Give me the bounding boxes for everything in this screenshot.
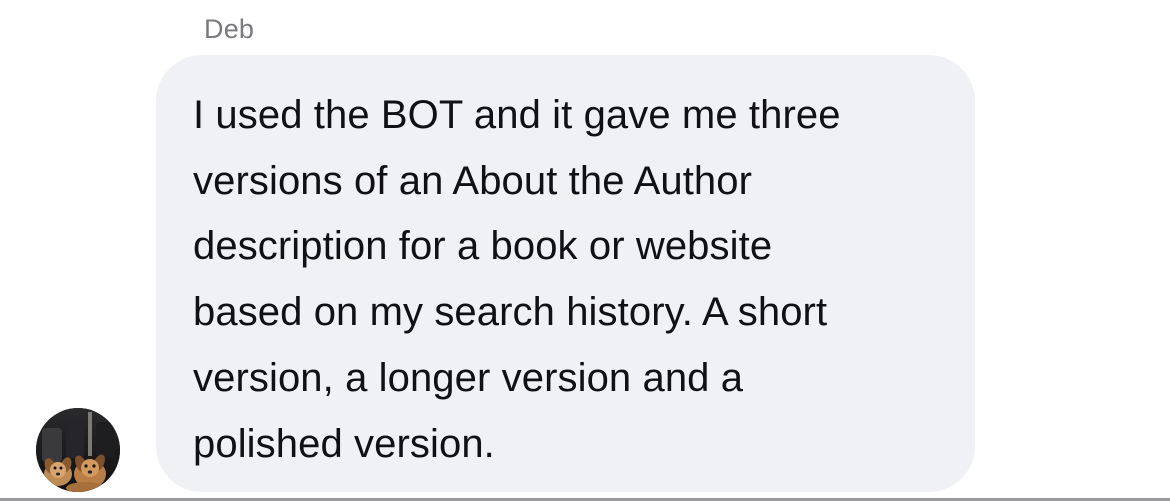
avatar-two-dogs-icon xyxy=(36,408,120,492)
message-bubble[interactable]: I used the BOT and it gave me three vers… xyxy=(156,55,975,492)
message-thread: Deb I used the BOT and it gave me three … xyxy=(0,0,1170,501)
avatar[interactable] xyxy=(36,408,120,492)
sender-name: Deb xyxy=(204,14,255,44)
message-text: I used the BOT and it gave me three vers… xyxy=(193,93,841,466)
